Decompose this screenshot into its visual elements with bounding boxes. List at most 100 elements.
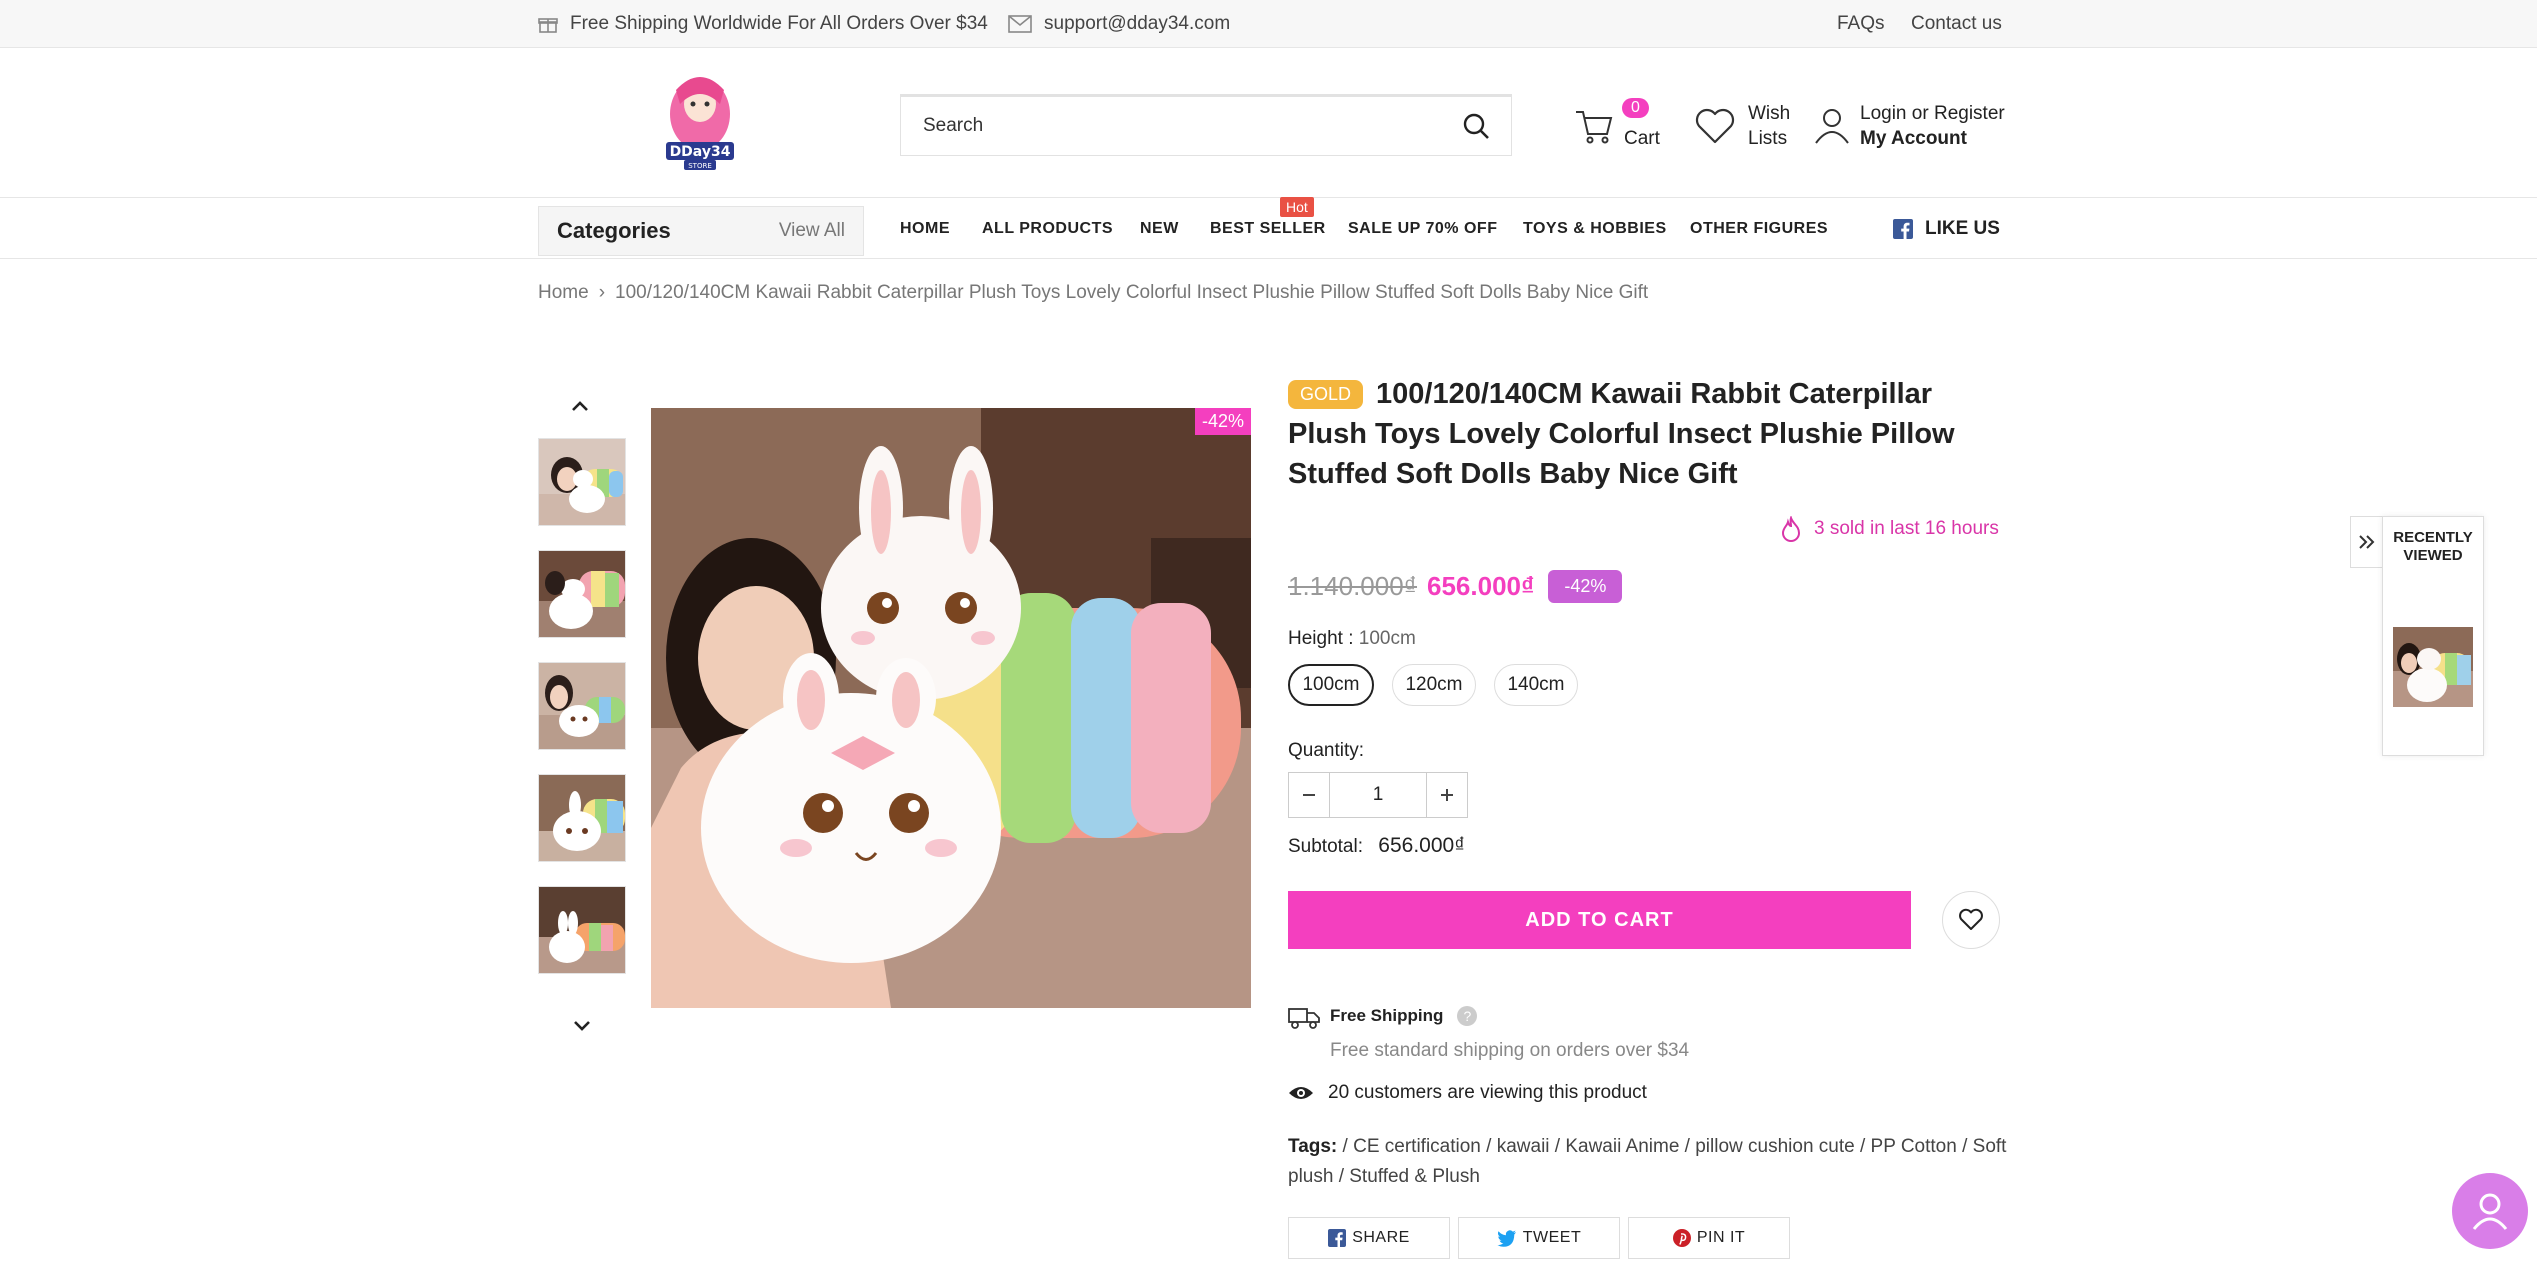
shipping-text: Free Shipping Worldwide For All Orders O… (570, 13, 988, 34)
or-text: or (1911, 103, 1929, 124)
tweet-button[interactable]: TWEET (1458, 1217, 1620, 1259)
product-title: 100/120/140CM Kawaii Rabbit Caterpillar … (1288, 378, 1955, 490)
like-us-link[interactable]: LIKE US (1893, 199, 2000, 259)
account-area: Login or Register My Account (1814, 96, 2005, 156)
product-main-image[interactable]: -42% (651, 408, 1251, 1008)
pin-label: PIN IT (1696, 1229, 1746, 1246)
heart-icon (1695, 108, 1735, 144)
product-thumbnail[interactable] (538, 550, 626, 638)
email-text: support@dday34.com (1044, 13, 1231, 34)
free-shipping-info: Free Shipping ? Free standard shipping o… (1288, 1006, 1689, 1062)
chat-widget-button[interactable] (2452, 1173, 2528, 1249)
tweet-label: TWEET (1522, 1229, 1582, 1246)
free-shipping-desc: Free standard shipping on orders over $3… (1330, 1040, 1690, 1061)
store-logo[interactable]: DDay34 STORE (660, 70, 740, 174)
pin-it-button[interactable]: PIN IT (1628, 1217, 1790, 1259)
chevron-down-icon[interactable] (572, 1012, 592, 1040)
product-thumbnail[interactable] (538, 774, 626, 862)
search-button[interactable] (1441, 97, 1511, 155)
minus-icon (1303, 794, 1315, 796)
search-icon (1463, 113, 1489, 139)
user-icon (2472, 1193, 2508, 1230)
login-link[interactable]: Login (1860, 103, 1907, 124)
login-register: Login or Register (1860, 101, 2005, 126)
twitter-icon (1497, 1229, 1516, 1247)
product-thumbnail[interactable] (538, 438, 626, 526)
shipping-notice: Free Shipping Worldwide For All Orders O… (538, 0, 988, 48)
add-to-wishlist-button[interactable] (1942, 891, 2000, 949)
height-label-row: Height : 100cm (1288, 628, 1416, 650)
tags-row: Tags: / CE certification / kawaii / Kawa… (1288, 1132, 2008, 1192)
size-option-100cm[interactable]: 100cm (1288, 664, 1374, 706)
sale-price: 656.000₫ (1427, 571, 1535, 601)
free-shipping-title-row: Free Shipping ? (1330, 1006, 1689, 1026)
subtotal-row: Subtotal: 656.000₫ (1288, 834, 1465, 858)
svg-text:DDay34: DDay34 (670, 144, 731, 160)
recently-viewed-title: RECENTLY VIEWED (2383, 529, 2483, 565)
price-row: 1.140.000₫ 656.000₫ -42% (1288, 570, 1623, 603)
sold-text: 3 sold in last 16 hours (1814, 518, 1999, 539)
free-shipping-text: Free Shipping ? Free standard shipping o… (1330, 1006, 1689, 1062)
size-option-140cm[interactable]: 140cm (1494, 664, 1578, 706)
breadcrumb-home[interactable]: Home (538, 282, 589, 304)
nav-other-figures[interactable]: OTHER FIGURES (1690, 199, 1828, 259)
view-all-link[interactable]: View All (779, 220, 845, 242)
recently-viewed-item[interactable] (2393, 627, 2473, 707)
nav-sale[interactable]: SALE UP 70% OFF (1348, 199, 1497, 259)
recently-viewed-title-1: RECENTLY (2393, 529, 2473, 546)
quantity-input[interactable]: 1 (1329, 773, 1427, 817)
search-input[interactable]: Search (923, 115, 1441, 137)
user-icon (1815, 109, 1849, 144)
recently-viewed-toggle[interactable] (2350, 516, 2384, 568)
register-link[interactable]: Register (1934, 103, 2005, 124)
sold-indicator: 3 sold in last 16 hours (1780, 516, 1999, 542)
main-nav: Categories View All HOME ALL PRODUCTS NE… (0, 197, 2537, 259)
eye-icon (1289, 1087, 1313, 1099)
quantity-stepper: 1 (1288, 772, 1468, 818)
breadcrumb-current: 100/120/140CM Kawaii Rabbit Caterpillar … (615, 282, 1649, 303)
my-account-link[interactable]: My Account (1860, 126, 2005, 151)
wishlist-label: Wish Lists (1748, 101, 1790, 151)
fire-icon (1781, 516, 1801, 542)
nav-new[interactable]: NEW (1140, 199, 1179, 259)
truck-icon (1288, 1008, 1320, 1029)
tags-label: Tags: (1288, 1136, 1338, 1157)
share-label: SHARE (1352, 1229, 1410, 1246)
share-facebook-button[interactable]: SHARE (1288, 1217, 1450, 1259)
plus-icon (1441, 789, 1453, 801)
nav-toys-hobbies[interactable]: TOYS & HOBBIES (1523, 199, 1667, 259)
original-price: 1.140.000₫ (1288, 571, 1418, 601)
nav-home[interactable]: HOME (900, 199, 950, 259)
faqs-link[interactable]: FAQs (1837, 0, 1885, 48)
subtotal-label: Subtotal: (1288, 836, 1363, 857)
cart-icon (1576, 111, 1613, 144)
wishlist-button[interactable]: Wish Lists (1694, 98, 1790, 154)
email-link[interactable]: support@dday34.com (1008, 0, 1230, 48)
gift-icon (538, 18, 558, 33)
product-thumbnail[interactable] (538, 662, 626, 750)
double-chevron-icon (2359, 535, 2375, 549)
like-us-label: LIKE US (1925, 218, 2000, 239)
categories-menu[interactable]: Categories View All (538, 206, 864, 256)
facebook-icon (1893, 219, 1913, 239)
free-shipping-title: Free Shipping (1330, 1006, 1444, 1025)
contact-link[interactable]: Contact us (1911, 0, 2002, 48)
add-to-cart-button[interactable]: ADD TO CART (1288, 891, 1911, 949)
chevron-up-icon[interactable] (570, 392, 590, 420)
nav-all-products[interactable]: ALL PRODUCTS (982, 199, 1113, 259)
viewers-text: 20 customers are viewing this product (1328, 1082, 1647, 1103)
size-option-120cm[interactable]: 120cm (1392, 664, 1476, 706)
cart-button[interactable]: 0 Cart (1574, 98, 1660, 154)
tags-list[interactable]: / CE certification / kawaii / Kawaii Ani… (1288, 1136, 2006, 1187)
increase-button[interactable] (1427, 773, 1467, 817)
product-thumbnail[interactable] (538, 886, 626, 974)
help-icon[interactable]: ? (1457, 1006, 1478, 1026)
subtotal-value: 656.000₫ (1378, 834, 1465, 857)
quantity-label: Quantity: (1288, 740, 1365, 761)
heart-icon (1959, 908, 1983, 930)
recently-viewed-title-2: VIEWED (2403, 547, 2463, 564)
categories-label: Categories (557, 218, 671, 243)
search-bar: Search (900, 94, 1512, 156)
decrease-button[interactable] (1289, 773, 1329, 817)
viewers-info: 20 customers are viewing this product (1288, 1082, 1647, 1104)
